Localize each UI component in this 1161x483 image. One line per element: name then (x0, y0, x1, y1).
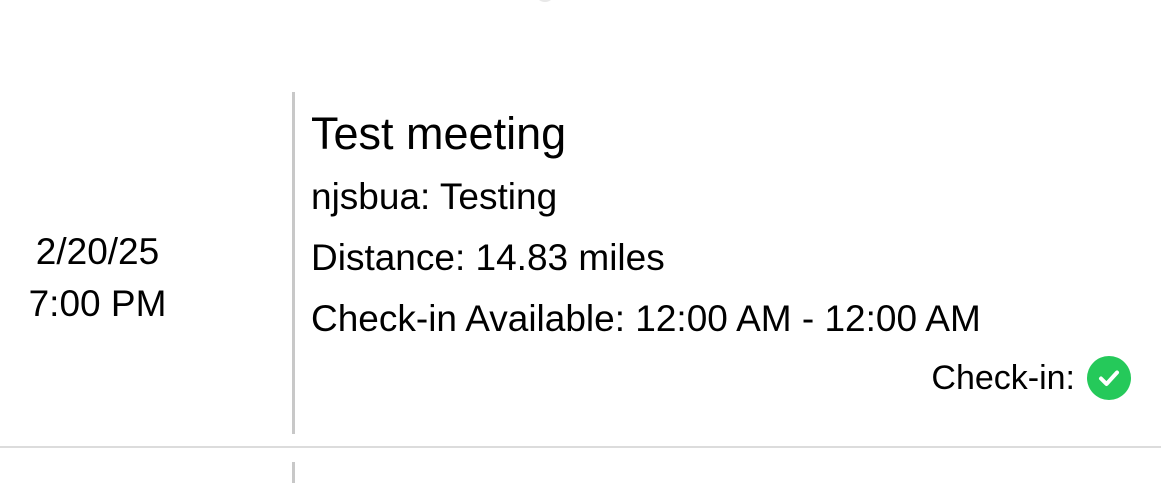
meeting-title: Test meeting (311, 108, 567, 159)
checkin-window: Check-in Available: 12:00 AM - 12:00 AM (311, 298, 981, 339)
top-partial-element (535, 0, 555, 2)
meeting-time: 7:00 PM (28, 283, 167, 324)
meeting-details: Test meeting njsbua: Testing Distance: 1… (311, 106, 1141, 349)
checkin-label: Check-in: (931, 358, 1075, 397)
column-divider (292, 92, 295, 434)
check-circle-icon (1087, 356, 1131, 400)
meeting-group: njsbua: Testing (311, 176, 558, 217)
meeting-date: 2/20/25 (35, 231, 160, 272)
checkin-status: Check-in: (931, 356, 1131, 400)
meeting-list-item[interactable]: 2/20/25 7:00 PM Test meeting njsbua: Tes… (0, 92, 1161, 434)
meeting-distance: Distance: 14.83 miles (311, 237, 665, 278)
meeting-datetime: 2/20/25 7:00 PM (0, 92, 195, 434)
next-row-column-divider (292, 462, 295, 483)
row-separator (0, 446, 1161, 448)
